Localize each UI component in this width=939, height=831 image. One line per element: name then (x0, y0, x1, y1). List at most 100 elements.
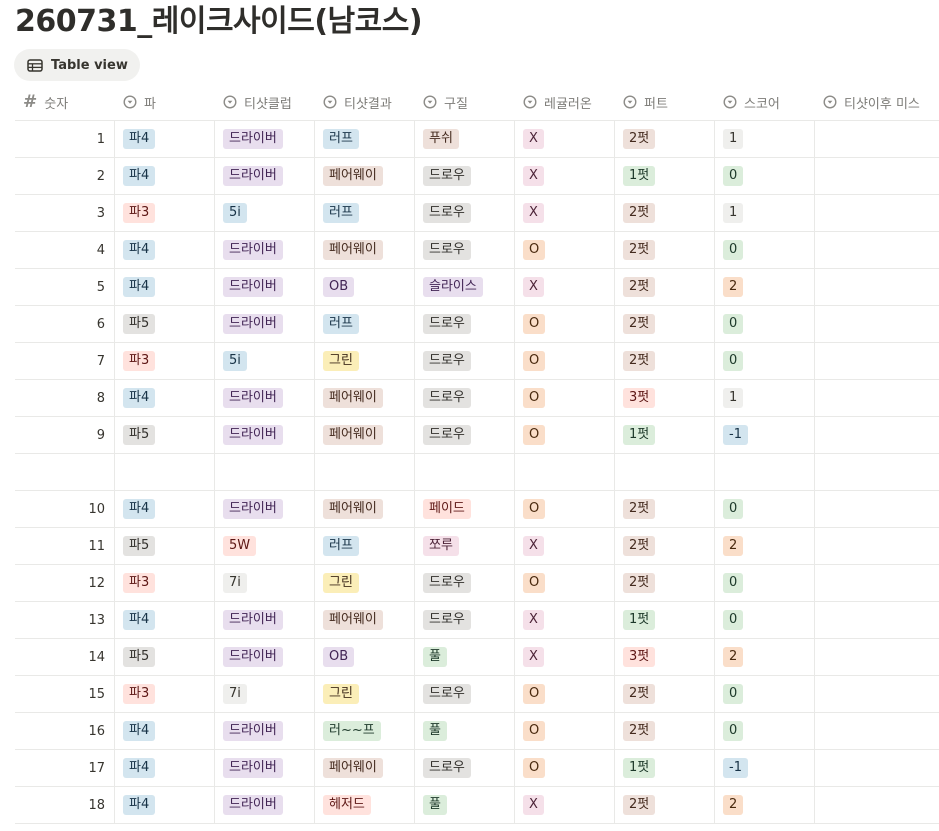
cell-par[interactable]: 파3 (115, 195, 215, 231)
cell-putt[interactable]: 2펏 (615, 343, 715, 379)
cell-num[interactable]: 8 (15, 380, 115, 416)
cell-reg[interactable]: O (515, 417, 615, 453)
cell-club[interactable]: 드라이버 (215, 380, 315, 416)
cell-score[interactable]: -1 (715, 750, 815, 786)
cell-reg[interactable]: X (515, 639, 615, 675)
cell-par[interactable]: 파5 (115, 417, 215, 453)
column-header-club[interactable]: 티샷클럽 (215, 84, 315, 120)
column-header-par[interactable]: 파 (115, 84, 215, 120)
table-row[interactable]: 14 파5 드라이버 OB 풀 X 3펏 2 (15, 639, 939, 676)
cell-putt[interactable]: 2펏 (615, 306, 715, 342)
cell-result[interactable]: 페어웨이 (315, 380, 415, 416)
cell-reg[interactable]: X (515, 269, 615, 305)
cell-miss[interactable] (815, 565, 939, 601)
cell-miss[interactable] (815, 121, 939, 157)
cell-num[interactable]: 11 (15, 528, 115, 564)
cell-reg[interactable] (515, 454, 615, 490)
table-row[interactable]: 6 파5 드라이버 러프 드로우 O 2펏 0 (15, 306, 939, 343)
cell-score[interactable]: 2 (715, 269, 815, 305)
cell-score[interactable]: 0 (715, 602, 815, 638)
cell-score[interactable]: 0 (715, 343, 815, 379)
cell-num[interactable]: 17 (15, 750, 115, 786)
cell-reg[interactable]: O (515, 750, 615, 786)
cell-club[interactable]: 드라이버 (215, 417, 315, 453)
cell-club[interactable]: 드라이버 (215, 306, 315, 342)
cell-putt[interactable]: 3펏 (615, 639, 715, 675)
cell-num[interactable]: 12 (15, 565, 115, 601)
cell-club[interactable]: 드라이버 (215, 713, 315, 749)
cell-ball[interactable]: 드로우 (415, 602, 515, 638)
cell-miss[interactable] (815, 787, 939, 823)
cell-miss[interactable] (815, 417, 939, 453)
cell-putt[interactable] (615, 454, 715, 490)
cell-result[interactable]: 페어웨이 (315, 232, 415, 268)
cell-putt[interactable]: 1펏 (615, 602, 715, 638)
cell-miss[interactable] (815, 602, 939, 638)
cell-reg[interactable]: X (515, 602, 615, 638)
cell-result[interactable]: 그린 (315, 565, 415, 601)
cell-result[interactable]: 러프 (315, 528, 415, 564)
cell-result[interactable]: OB (315, 269, 415, 305)
cell-putt[interactable]: 2펏 (615, 195, 715, 231)
cell-miss[interactable] (815, 639, 939, 675)
cell-reg[interactable]: O (515, 713, 615, 749)
cell-result[interactable]: 페어웨이 (315, 158, 415, 194)
cell-miss[interactable] (815, 306, 939, 342)
column-header-score[interactable]: 스코어 (715, 84, 815, 120)
cell-result[interactable]: 그린 (315, 676, 415, 712)
cell-miss[interactable] (815, 713, 939, 749)
cell-num[interactable]: 9 (15, 417, 115, 453)
cell-result[interactable] (315, 454, 415, 490)
cell-par[interactable]: 파4 (115, 232, 215, 268)
cell-reg[interactable]: X (515, 121, 615, 157)
cell-club[interactable]: 7i (215, 676, 315, 712)
cell-miss[interactable] (815, 158, 939, 194)
cell-score[interactable]: 0 (715, 232, 815, 268)
cell-miss[interactable] (815, 343, 939, 379)
table-row[interactable]: 13 파4 드라이버 페어웨이 드로우 X 1펏 0 (15, 602, 939, 639)
column-header-num[interactable]: # 숫자 (15, 84, 115, 120)
cell-num[interactable]: 5 (15, 269, 115, 305)
cell-club[interactable]: 5i (215, 195, 315, 231)
cell-miss[interactable] (815, 491, 939, 527)
cell-score[interactable]: 0 (715, 158, 815, 194)
cell-ball[interactable]: 풀 (415, 787, 515, 823)
cell-ball[interactable]: 푸쉬 (415, 121, 515, 157)
cell-miss[interactable] (815, 269, 939, 305)
cell-putt[interactable]: 2펏 (615, 121, 715, 157)
cell-par[interactable]: 파4 (115, 380, 215, 416)
cell-ball[interactable]: 풀 (415, 639, 515, 675)
cell-putt[interactable]: 2펏 (615, 232, 715, 268)
cell-result[interactable]: 헤저드 (315, 787, 415, 823)
cell-par[interactable]: 파3 (115, 565, 215, 601)
cell-putt[interactable]: 2펏 (615, 491, 715, 527)
cell-club[interactable] (215, 454, 315, 490)
cell-result[interactable]: 러프 (315, 306, 415, 342)
cell-result[interactable]: 러프 (315, 121, 415, 157)
cell-club[interactable]: 드라이버 (215, 602, 315, 638)
table-row[interactable]: 9 파5 드라이버 페어웨이 드로우 O 1펏 -1 (15, 417, 939, 454)
cell-reg[interactable]: O (515, 306, 615, 342)
cell-num[interactable]: 18 (15, 787, 115, 823)
column-header-reg[interactable]: 레귤러온 (515, 84, 615, 120)
table-row[interactable]: 18 파4 드라이버 헤저드 풀 X 2펏 2 (15, 787, 939, 824)
cell-miss[interactable] (815, 676, 939, 712)
cell-num[interactable]: 3 (15, 195, 115, 231)
cell-par[interactable]: 파3 (115, 343, 215, 379)
cell-num[interactable]: 15 (15, 676, 115, 712)
table-row[interactable]: 2 파4 드라이버 페어웨이 드로우 X 1펏 0 (15, 158, 939, 195)
cell-reg[interactable]: X (515, 158, 615, 194)
cell-putt[interactable]: 1펏 (615, 750, 715, 786)
cell-club[interactable]: 드라이버 (215, 158, 315, 194)
cell-result[interactable]: 페어웨이 (315, 750, 415, 786)
cell-par[interactable]: 파4 (115, 713, 215, 749)
cell-putt[interactable]: 2펏 (615, 565, 715, 601)
empty-row[interactable] (15, 454, 939, 491)
cell-club[interactable]: 5W (215, 528, 315, 564)
cell-miss[interactable] (815, 750, 939, 786)
cell-par[interactable]: 파4 (115, 787, 215, 823)
cell-num[interactable]: 16 (15, 713, 115, 749)
cell-par[interactable]: 파4 (115, 602, 215, 638)
cell-ball[interactable]: 드로우 (415, 232, 515, 268)
cell-club[interactable]: 드라이버 (215, 491, 315, 527)
